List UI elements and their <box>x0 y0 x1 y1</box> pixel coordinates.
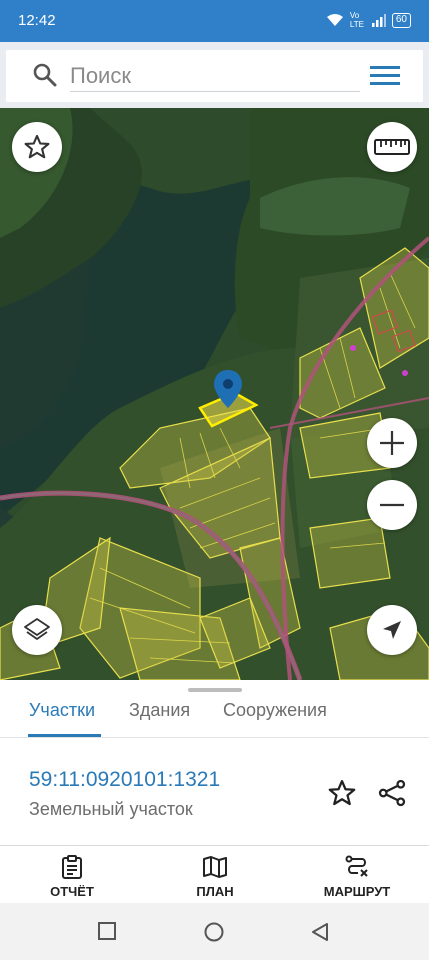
minus-icon <box>380 503 404 507</box>
nav-plan-label: ПЛАН <box>196 884 234 899</box>
battery-indicator: 60 <box>391 12 411 28</box>
system-navigation-bar <box>0 903 429 960</box>
satellite-map[interactable] <box>0 108 429 680</box>
wifi-icon <box>326 14 343 26</box>
favorite-button[interactable] <box>12 122 62 172</box>
share-icon[interactable] <box>377 778 407 808</box>
search-icon[interactable] <box>32 62 58 88</box>
bottom-navigation: ОТЧЁТ ПЛАН МАРШРУТ <box>0 845 429 903</box>
search-input[interactable] <box>70 60 360 92</box>
info-sheet: Участки Здания Сооружения 59:11:0920101:… <box>0 680 429 844</box>
tab-structures[interactable]: Сооружения <box>223 700 327 721</box>
object-tabs: Участки Здания Сооружения <box>0 694 429 738</box>
status-time: 12:42 <box>18 12 56 29</box>
status-icons: Vo LTE 60 <box>326 11 411 29</box>
route-icon <box>345 855 368 877</box>
menu-icon[interactable] <box>370 64 400 88</box>
my-location-button[interactable] <box>367 605 417 655</box>
home-icon[interactable] <box>203 921 225 943</box>
ruler-button[interactable] <box>367 122 417 172</box>
nav-route[interactable]: МАРШРУТ <box>302 854 412 899</box>
map-imagery <box>0 108 429 680</box>
layers-icon <box>24 618 50 640</box>
plus-icon <box>380 431 404 455</box>
tab-parcels[interactable]: Участки <box>29 700 95 721</box>
tab-buildings[interactable]: Здания <box>129 700 190 721</box>
star-icon[interactable] <box>327 778 357 808</box>
parcel-cadastral-number[interactable]: 59:11:0920101:1321 <box>29 768 220 792</box>
active-tab-indicator <box>28 734 101 737</box>
nav-route-label: МАРШРУТ <box>323 884 391 899</box>
nav-report[interactable]: ОТЧЁТ <box>17 854 127 899</box>
status-bar: 12:42 Vo LTE 60 <box>0 0 429 42</box>
search-bar-container <box>0 42 429 108</box>
nav-report-label: ОТЧЁТ <box>50 884 94 899</box>
search-box <box>6 50 423 102</box>
parcel-type: Земельный участок <box>29 799 193 819</box>
signal-icon <box>371 13 386 27</box>
recent-apps-icon[interactable] <box>97 921 117 941</box>
clipboard-icon <box>62 855 82 879</box>
drag-handle[interactable] <box>188 688 242 692</box>
nav-plan[interactable]: ПЛАН <box>160 854 270 899</box>
star-icon <box>24 134 50 159</box>
network-label: Vo LTE <box>349 11 364 29</box>
map-icon <box>203 856 227 878</box>
ruler-icon <box>374 139 410 155</box>
back-icon[interactable] <box>310 921 330 943</box>
navigation-arrow-icon <box>383 621 401 639</box>
layers-button[interactable] <box>12 605 62 655</box>
zoom-out-button[interactable] <box>367 480 417 530</box>
zoom-in-button[interactable] <box>367 418 417 468</box>
